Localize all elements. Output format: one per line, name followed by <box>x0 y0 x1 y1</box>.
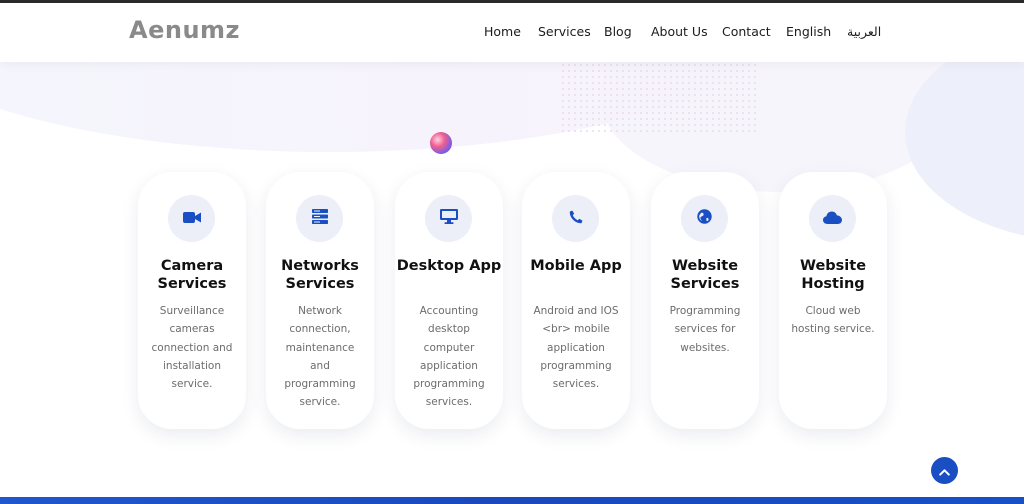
service-card-networks[interactable]: Networks Services Network connection, ma… <box>266 172 374 429</box>
nav-arabic[interactable]: العربية <box>847 24 881 39</box>
nav-services[interactable]: Services <box>538 24 591 39</box>
nav-home[interactable]: Home <box>484 24 521 39</box>
service-card-desktop[interactable]: Desktop App Accounting desktop computer … <box>395 172 503 429</box>
nav-blog[interactable]: Blog <box>604 24 632 39</box>
nav-english[interactable]: English <box>786 24 831 39</box>
dot-pattern <box>560 62 760 132</box>
service-description: Android and IOS <br> mobile application … <box>533 305 619 391</box>
service-title: Website Hosting <box>799 258 867 292</box>
service-description: Network connection, maintenance and prog… <box>284 305 356 409</box>
service-title: Website Services <box>670 258 740 292</box>
chevron-up-icon <box>939 461 950 480</box>
desktop-icon <box>439 209 458 228</box>
service-title: Mobile App <box>530 258 622 274</box>
service-card-website-services[interactable]: Website Services Programming services fo… <box>651 172 759 429</box>
icon-circle <box>296 195 343 242</box>
service-card-camera[interactable]: Camera Services Surveillance cameras con… <box>138 172 246 429</box>
service-title: Desktop App <box>396 258 502 274</box>
service-description: Surveillance cameras connection and inst… <box>151 305 233 391</box>
nav-contact[interactable]: Contact <box>722 24 771 39</box>
service-description: Cloud web hosting service. <box>791 305 875 336</box>
service-title: Networks Services <box>281 258 359 292</box>
logo[interactable]: Aenumz <box>129 16 240 44</box>
icon-circle <box>552 195 599 242</box>
background-blob <box>905 62 1024 242</box>
server-icon <box>311 209 328 228</box>
service-card-mobile[interactable]: Mobile App Android and IOS <br> mobile a… <box>522 172 630 429</box>
globe-icon <box>697 209 712 228</box>
service-title: Camera Services <box>157 258 227 292</box>
footer-strip <box>0 497 1024 504</box>
phone-icon <box>569 209 583 228</box>
scroll-to-top-button[interactable] <box>931 457 958 484</box>
service-card-website-hosting[interactable]: Website Hosting Cloud web hosting servic… <box>779 172 887 429</box>
service-description: Accounting desktop computer application … <box>413 305 485 409</box>
decorative-ball <box>430 132 452 154</box>
icon-circle <box>809 195 856 242</box>
site-header: Aenumz Home Services Blog About Us Conta… <box>0 3 1024 62</box>
icon-circle <box>681 195 728 242</box>
service-description: Programming services for websites. <box>669 305 741 354</box>
icon-circle <box>425 195 472 242</box>
video-camera-icon <box>182 209 201 228</box>
nav-about-us[interactable]: About Us <box>651 24 708 39</box>
icon-circle <box>168 195 215 242</box>
cloud-icon <box>823 209 842 228</box>
